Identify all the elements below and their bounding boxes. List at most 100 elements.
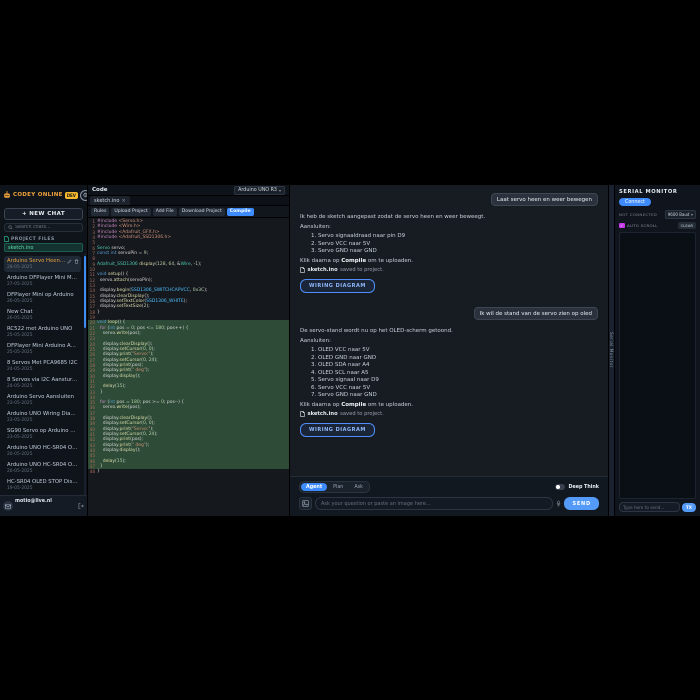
chevron-down-icon: ▾ <box>691 212 693 217</box>
attach-image-button[interactable] <box>299 497 312 510</box>
composer-top-row: Agent Plan Ask Deep Think <box>299 481 599 493</box>
chat-list-item[interactable]: 8 Servos via I2C Aansturen24-05-2025 <box>4 375 81 391</box>
code-text: } <box>97 310 100 315</box>
wiring-step: OLED SCL naar A5 <box>318 370 598 376</box>
scrollbar-thumb[interactable] <box>84 256 86 328</box>
saved-file-chip: sketch.ino saved to project. <box>300 411 598 417</box>
code-editor[interactable]: 1#include <Servo.h>2#include <Wire.h>3#i… <box>88 218 289 516</box>
assistant-message: De servo-stand wordt nu op het OLED-sche… <box>300 328 598 447</box>
chat-item-title: Arduino UNO HC-SR04 OLED Se... <box>7 462 78 468</box>
chat-list-item[interactable]: Arduino Servo Heen En Weer28-05-2025 <box>4 256 81 272</box>
chat-item-date: 20-05-2025 <box>7 469 78 474</box>
chat-panel: Laat servo heen en weer bewegen Ik heb de… <box>290 185 608 516</box>
chat-item-title: 8 Servos via I2C Aansturen <box>7 377 78 383</box>
board-select[interactable]: Arduino UNO R3 ▾ <box>234 186 285 195</box>
deep-think-label: Deep Think <box>568 485 599 490</box>
chat-list: Arduino Servo Heen En Weer28-05-2025Ardu… <box>0 254 87 495</box>
chat-composer: Agent Plan Ask Deep Think <box>290 476 608 516</box>
chat-list-item[interactable]: Arduino UNO HC-SR04 OLED20-05-2025 <box>4 443 81 459</box>
project-file-sketch-ino[interactable]: sketch.ino <box>4 243 83 252</box>
upload-project-button[interactable]: Upload Project <box>111 208 150 216</box>
code-text: } <box>97 390 103 395</box>
search-chats-box[interactable] <box>4 223 83 232</box>
chat-list-item[interactable]: RC522 met Arduino UNO25-05-2025 <box>4 324 81 340</box>
editor-tab-bar: sketch.ino × <box>88 196 289 206</box>
code-text: } <box>97 469 100 474</box>
serial-monitor-panel: SERIAL MONITOR Connect NOT CONNECTED 960… <box>615 185 700 516</box>
wiring-step: Servo signaal naar D9 <box>318 377 598 383</box>
download-project-button[interactable]: Download Project <box>179 208 225 216</box>
tab-sketch-ino[interactable]: sketch.ino × <box>90 196 130 205</box>
search-chats-input[interactable] <box>15 225 79 230</box>
mode-ask[interactable]: Ask <box>349 483 368 491</box>
edit-icon[interactable] <box>67 259 72 264</box>
deep-think-toggle[interactable] <box>555 484 565 490</box>
delete-icon[interactable] <box>74 259 79 264</box>
chat-list-item[interactable]: Arduino Servo Aansluiten23-05-2025 <box>4 392 81 408</box>
assistant-message: Ik heb de sketch aangepast zodat de serv… <box>300 214 598 303</box>
deep-think-control: Deep Think <box>555 484 599 490</box>
chat-list-item[interactable]: SG90 Servo op Arduino UNO23-05-2025 <box>4 426 81 442</box>
wiring-step: OLED SDA naar A4 <box>318 362 598 368</box>
connect-button[interactable]: Connect <box>619 198 651 206</box>
mode-agent[interactable]: Agent <box>301 483 327 491</box>
chat-list-item[interactable]: DFPlayer Mini op Arduino26-05-2025 <box>4 290 81 306</box>
chat-item-date: 28-05-2025 <box>7 265 78 270</box>
wiring-steps-list: OLED VCC naar 5VOLED GND naar GNDOLED SD… <box>318 347 598 398</box>
toggle-knob <box>556 485 560 489</box>
serial-monitor-collapse-handle[interactable]: Serial Monitor <box>608 185 615 516</box>
chat-item-title: DFPlayer Mini op Arduino <box>7 292 78 298</box>
file-icon <box>300 411 305 417</box>
close-icon[interactable]: × <box>121 198 125 204</box>
microphone-icon[interactable] <box>556 500 561 507</box>
settings-button[interactable]: ⚙ <box>80 190 88 201</box>
file-icon <box>300 267 305 273</box>
new-chat-button[interactable]: + NEW CHAT <box>4 208 83 220</box>
saved-file-chip: sketch.ino saved to project. <box>300 267 598 273</box>
chat-list-item[interactable]: 8 Servos Met PCA9685 I2C24-05-2025 <box>4 358 81 374</box>
screen: CODEY ONLINE DEV ⚙ + NEW CHAT PROJECT FI… <box>0 0 700 700</box>
chat-list-item[interactable]: DFPlayer Mini Arduino Aansluiten25-05-20… <box>4 341 81 357</box>
logout-button[interactable] <box>78 503 84 509</box>
add-file-button[interactable]: Add File <box>153 208 177 216</box>
send-button[interactable]: SEND <box>564 497 599 510</box>
auto-scroll-checkbox[interactable]: ✓ <box>619 223 625 229</box>
serial-monitor-strip-label: Serial Monitor <box>609 332 614 368</box>
user-message: Laat servo heen en weer bewegen <box>300 193 598 206</box>
mode-plan[interactable]: Plan <box>328 483 348 491</box>
serial-input[interactable] <box>619 502 680 512</box>
clear-button[interactable]: CLEAR <box>678 222 696 229</box>
compile-button[interactable]: Compile <box>227 208 254 216</box>
chat-list-item[interactable]: Arduino UNO HC-SR04 OLED Se...20-05-2025 <box>4 460 81 476</box>
logout-icon <box>78 503 84 509</box>
wiring-step: Servo GND naar GND <box>318 248 598 254</box>
mode-switcher: Agent Plan Ask <box>299 481 370 493</box>
project-files-header: PROJECT FILES <box>4 236 83 242</box>
chat-item-date: 26-05-2025 <box>7 299 78 304</box>
chat-input[interactable] <box>315 497 553 510</box>
chat-item-date: 23-05-2025 <box>7 418 78 423</box>
code-text: servo.write(pos); <box>97 405 141 410</box>
chat-item-title: DFPlayer Mini Arduino Aansluiten <box>7 343 78 349</box>
app-window: CODEY ONLINE DEV ⚙ + NEW CHAT PROJECT FI… <box>0 185 700 516</box>
chat-item-title: HC-SR04 OLED STOP Display <box>7 479 78 485</box>
chat-item-date: 19-05-2025 <box>7 486 78 491</box>
file-icon <box>4 236 9 242</box>
baud-rate-select[interactable]: 9600 Baud ▾ <box>665 210 696 219</box>
serial-send-row: TX <box>619 502 696 512</box>
code-panel-header: Code Arduino UNO R3 ▾ <box>88 185 289 196</box>
wiring-diagram-button[interactable]: WIRING DIAGRAM <box>300 279 375 293</box>
chat-list-item[interactable]: Arduino UNO Wiring Diagram23-05-2025 <box>4 409 81 425</box>
chat-item-date: 25-05-2025 <box>7 333 78 338</box>
serial-options-row: ✓ AUTO SCROLL CLEAR <box>619 222 696 229</box>
serial-status-row: NOT CONNECTED 9600 Baud ▾ <box>619 210 696 219</box>
dev-badge: DEV <box>65 192 78 199</box>
tx-button[interactable]: TX <box>682 503 696 512</box>
code-text: #include <Adafruit_SSD1306.h> <box>97 235 171 240</box>
chat-list-item[interactable]: Arduino DFPlayer Mini MP327-05-2025 <box>4 273 81 289</box>
rules-button[interactable]: Rules <box>91 208 109 216</box>
chat-list-item[interactable]: New Chat26-05-2025 <box>4 307 81 323</box>
wiring-diagram-button[interactable]: WIRING DIAGRAM <box>300 423 375 437</box>
chat-list-item[interactable]: HC-SR04 OLED STOP Display19-05-2025 <box>4 477 81 493</box>
chat-item-title: Arduino UNO Wiring Diagram <box>7 411 78 417</box>
